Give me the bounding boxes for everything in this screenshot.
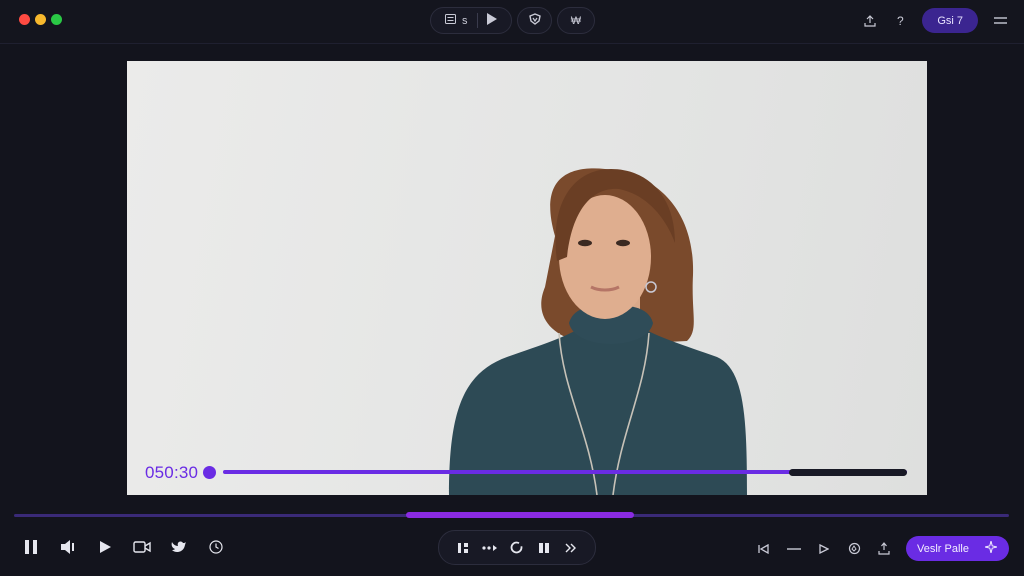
sparkle-icon xyxy=(984,540,998,556)
export-icon[interactable] xyxy=(876,541,892,557)
speaker-video-frame xyxy=(449,168,747,495)
clock-icon[interactable] xyxy=(207,538,225,556)
playback-controls xyxy=(22,538,225,556)
menu-icon[interactable] xyxy=(992,13,1008,29)
playback-timecode: 050:30 xyxy=(145,463,199,482)
back-icon[interactable] xyxy=(756,541,772,557)
top-right-actions: ? Gsi 7 xyxy=(862,8,1008,33)
effects-icon[interactable] xyxy=(846,541,862,557)
forward-icon[interactable] xyxy=(563,540,579,556)
currency-label: ₩ xyxy=(570,14,582,27)
minus-icon[interactable] xyxy=(786,541,802,557)
play-icon[interactable] xyxy=(816,541,832,557)
maximize-window-button[interactable] xyxy=(51,14,62,25)
volume-icon[interactable] xyxy=(59,538,77,556)
twitter-icon[interactable] xyxy=(170,538,188,556)
help-button[interactable]: ? xyxy=(892,13,908,29)
share-button[interactable]: Veslr Palle xyxy=(906,536,1009,561)
close-window-button[interactable] xyxy=(19,14,30,25)
list-view-button[interactable]: s xyxy=(431,14,468,27)
account-button[interactable]: Gsi 7 xyxy=(922,8,978,33)
output-controls: Veslr Palle xyxy=(756,536,1009,561)
play-icon[interactable] xyxy=(96,538,114,556)
scrub-handle[interactable] xyxy=(203,466,216,479)
list-view-label: s xyxy=(462,14,468,27)
video-preview[interactable]: 050:30 xyxy=(127,61,927,495)
account-label: Gsi 7 xyxy=(937,14,963,27)
enhance-button[interactable] xyxy=(517,7,552,34)
camera-icon[interactable] xyxy=(133,538,151,556)
pause-icon[interactable] xyxy=(536,540,552,556)
dots-icon[interactable] xyxy=(482,540,498,556)
toolbar-group-view: s xyxy=(430,7,512,34)
share-icon[interactable] xyxy=(862,13,878,29)
split-icon[interactable] xyxy=(455,540,471,556)
scrub-buffer xyxy=(789,469,907,476)
play-icon[interactable] xyxy=(486,13,497,28)
currency-button[interactable]: ₩ xyxy=(557,7,595,34)
pause-icon[interactable] xyxy=(22,538,40,556)
minimize-window-button[interactable] xyxy=(35,14,46,25)
window-controls xyxy=(19,14,62,25)
help-icon: ? xyxy=(896,13,904,28)
share-button-label: Veslr Palle xyxy=(917,542,969,555)
title-bar: s ₩ ? Gsi 7 xyxy=(0,0,1024,44)
sparkle-shield-icon xyxy=(528,13,542,28)
timeline-selection[interactable] xyxy=(406,512,634,518)
toolbar-divider xyxy=(476,13,478,28)
loop-icon[interactable] xyxy=(509,540,525,556)
transport-controls xyxy=(438,530,596,565)
list-icon xyxy=(445,14,456,27)
